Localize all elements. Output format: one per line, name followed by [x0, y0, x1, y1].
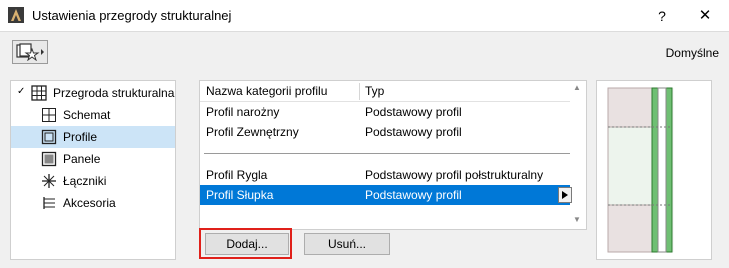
row-name: Profil Słupka	[206, 188, 274, 202]
scroll-down-icon[interactable]: ▼	[573, 215, 581, 224]
tree-item-label: Akcesoria	[63, 196, 116, 210]
tree-item-label: Schemat	[63, 108, 111, 122]
archicad-app-icon	[8, 7, 24, 23]
title-bar: Ustawienia przegrody strukturalnej ? ✕	[0, 0, 729, 32]
tree-item-panels[interactable]: Panele	[11, 148, 175, 170]
panel-icon	[41, 151, 57, 167]
add-button[interactable]: Dodaj...	[205, 233, 289, 255]
help-button[interactable]: ?	[651, 6, 673, 26]
list-header: Nazwa kategorii profilu Typ	[200, 81, 570, 101]
profile-category-list: Nazwa kategorii profilu Typ Profil naroż…	[199, 80, 587, 230]
settings-tree: ✓ Przegroda strukturalna Schemat Profile…	[10, 80, 176, 260]
table-row[interactable]: Profil narożny Podstawowy profil	[200, 102, 570, 122]
tree-item-label: Przegroda strukturalna	[53, 86, 175, 100]
tree-item-label: Łączniki	[63, 174, 107, 188]
row-name: Profil narożny	[206, 105, 280, 119]
favorites-button[interactable]	[12, 40, 48, 64]
column-header-name[interactable]: Nazwa kategorii profilu	[206, 84, 327, 98]
tree-item-connectors[interactable]: Łączniki	[11, 170, 175, 192]
accessory-icon	[43, 197, 55, 209]
row-expand-arrow-icon[interactable]	[558, 187, 572, 203]
profile-preview	[596, 80, 712, 260]
scroll-up-icon[interactable]: ▲	[573, 83, 581, 92]
defaults-label: Domyślne	[665, 46, 719, 60]
scheme-grid-icon	[42, 108, 56, 122]
row-name: Profil Rygla	[206, 168, 268, 182]
row-type: Podstawowy profil połstrukturalny	[365, 168, 544, 182]
table-row[interactable]: Profil Zewnętrzny Podstawowy profil	[200, 122, 570, 142]
tree-item-label: Profile	[63, 130, 98, 144]
tree-item-scheme[interactable]: Schemat	[11, 104, 175, 126]
tree-item-accessories[interactable]: Akcesoria	[11, 192, 175, 214]
remove-button[interactable]: Usuń...	[304, 233, 390, 255]
row-type: Podstawowy profil	[365, 188, 462, 202]
profile-frame-icon	[41, 129, 57, 145]
tree-item-label: Panele	[63, 152, 101, 166]
tree-item-profiles[interactable]: Profile	[11, 126, 175, 148]
table-row[interactable]: Profil Rygla Podstawowy profil połstrukt…	[200, 165, 570, 185]
window-title: Ustawienia przegrody strukturalnej	[32, 8, 232, 23]
column-divider[interactable]	[359, 83, 360, 100]
row-name: Profil Zewnętrzny	[206, 125, 299, 139]
curtain-wall-preview-image	[607, 87, 674, 253]
tree-item-structural-wall[interactable]: ✓ Przegroda strukturalna	[11, 82, 175, 104]
column-header-type[interactable]: Typ	[365, 84, 384, 98]
connector-icon	[42, 174, 56, 188]
row-type: Podstawowy profil	[365, 105, 462, 119]
curtain-wall-icon	[31, 85, 47, 101]
group-separator	[204, 153, 570, 154]
table-row-selected[interactable]: Profil Słupka Podstawowy profil	[200, 185, 572, 205]
favorites-star-icon	[16, 43, 44, 61]
close-button[interactable]: ✕	[694, 6, 716, 26]
chevron-down-icon[interactable]: ✓	[17, 86, 25, 97]
row-type: Podstawowy profil	[365, 125, 462, 139]
